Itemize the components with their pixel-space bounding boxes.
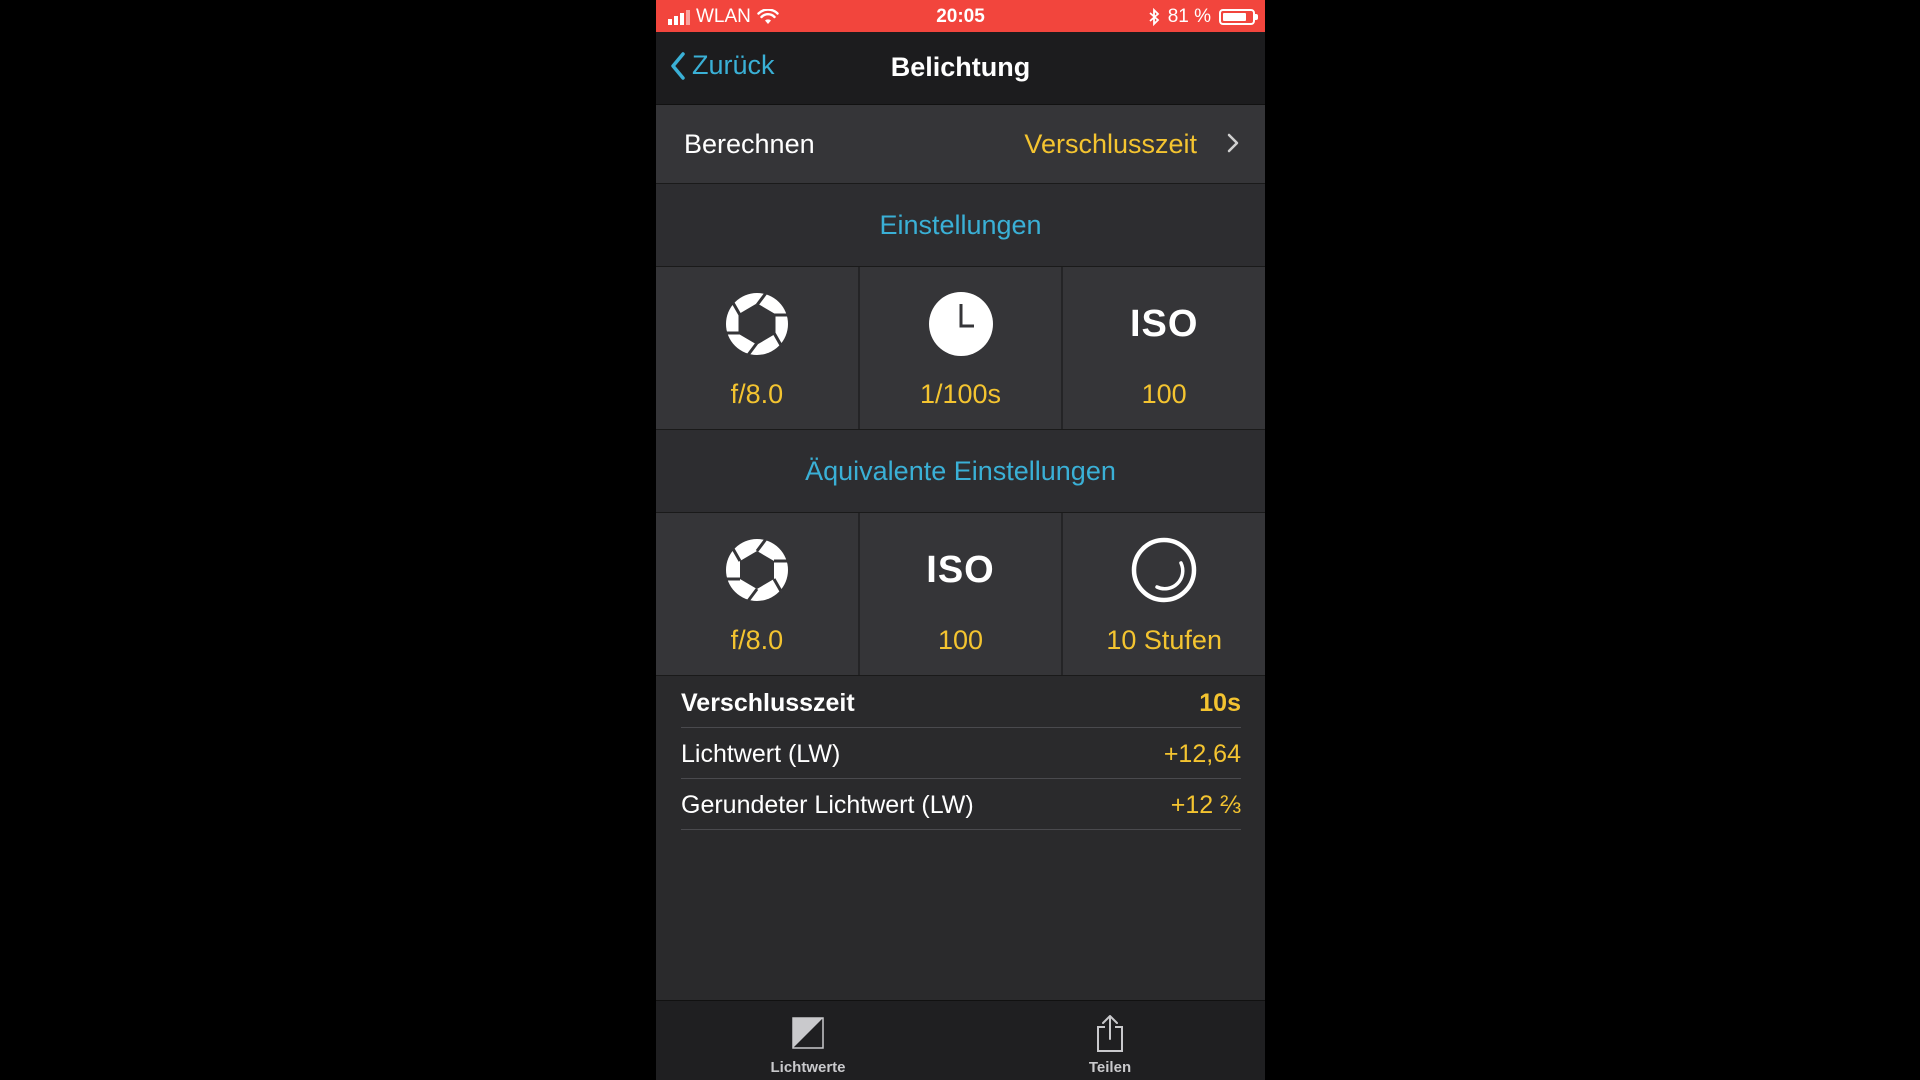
equivalent-iso-value: 100 xyxy=(937,625,984,655)
iso-icon: ISO xyxy=(1129,302,1199,345)
chevron-right-icon xyxy=(1227,133,1239,153)
shutter-value: 1/100s xyxy=(919,379,1002,409)
clock-icon xyxy=(928,292,993,356)
tab-teilen[interactable]: Teilen xyxy=(1050,1013,1170,1076)
tab-bar: Lichtwerte Teilen xyxy=(656,1000,1265,1080)
page-title: Belichtung xyxy=(890,52,1031,82)
share-icon xyxy=(1097,1015,1123,1052)
equivalent-aperture-tile[interactable]: f/8.0 xyxy=(656,513,860,675)
aperture-tile[interactable]: f/8.0 xyxy=(656,267,860,429)
equivalent-aperture-value: f/8.0 xyxy=(730,625,784,655)
result-row-ev: Lichtwert (LW) +12,64 xyxy=(681,728,1241,779)
aperture-icon xyxy=(725,292,788,356)
iso-icon: ISO xyxy=(926,548,995,591)
status-bar: WLAN 20:05 81 % xyxy=(656,0,1265,32)
exposure-value-icon xyxy=(792,1017,824,1049)
phone-screen: WLAN 20:05 81 % Zurück Belichtung Berech… xyxy=(656,0,1265,1080)
navigation-bar: Zurück Belichtung xyxy=(656,32,1265,105)
equivalent-tiles: f/8.0 ISO 100 10 Stufen xyxy=(656,513,1265,676)
nd-filter-tile[interactable]: 10 Stufen xyxy=(1063,513,1265,675)
nd-filter-value: 10 Stufen xyxy=(1106,625,1222,655)
result-label: Lichtwert (LW) xyxy=(681,740,841,768)
result-value: +12,64 xyxy=(1163,740,1241,768)
shutter-tile[interactable]: 1/100s xyxy=(859,267,1064,429)
tab-label: Lichtwerte xyxy=(770,1059,846,1076)
calculate-value: Verschlusszeit xyxy=(1024,129,1197,159)
result-value: 10s xyxy=(1199,689,1241,717)
battery-icon xyxy=(1219,9,1258,25)
tab-lichtwerte[interactable]: Lichtwerte xyxy=(748,1013,868,1076)
aperture-value: f/8.0 xyxy=(730,379,784,409)
settings-tiles: f/8.0 1/100s ISO 100 xyxy=(656,267,1265,430)
iso-value: 100 xyxy=(1141,379,1187,409)
result-label: Gerundeter Lichtwert (LW) xyxy=(681,791,974,819)
nd-filter-icon xyxy=(1131,537,1197,603)
result-row-rounded-ev: Gerundeter Lichtwert (LW) +12 ⅔ xyxy=(681,779,1241,830)
calculate-label: Berechnen xyxy=(684,129,815,159)
results-list: Verschlusszeit 10s Lichtwert (LW) +12,64… xyxy=(681,677,1241,830)
tab-label: Teilen xyxy=(1088,1059,1132,1076)
iso-tile[interactable]: ISO 100 xyxy=(1063,267,1265,429)
aperture-icon xyxy=(725,538,788,602)
equivalent-iso-tile[interactable]: ISO 100 xyxy=(859,513,1064,675)
result-label: Verschlusszeit xyxy=(681,689,855,717)
result-row-shutter: Verschlusszeit 10s xyxy=(681,677,1241,728)
battery-percent: 81 % xyxy=(1167,6,1211,27)
settings-section-header: Einstellungen xyxy=(656,184,1265,267)
result-value: +12 ⅔ xyxy=(1170,791,1241,819)
bluetooth-icon xyxy=(1149,8,1160,26)
equivalent-section-header: Äquivalente Einstellungen xyxy=(656,430,1265,513)
status-bar-right: 81 % xyxy=(1148,6,1258,28)
calculate-row[interactable]: Berechnen Verschlusszeit xyxy=(656,105,1265,184)
